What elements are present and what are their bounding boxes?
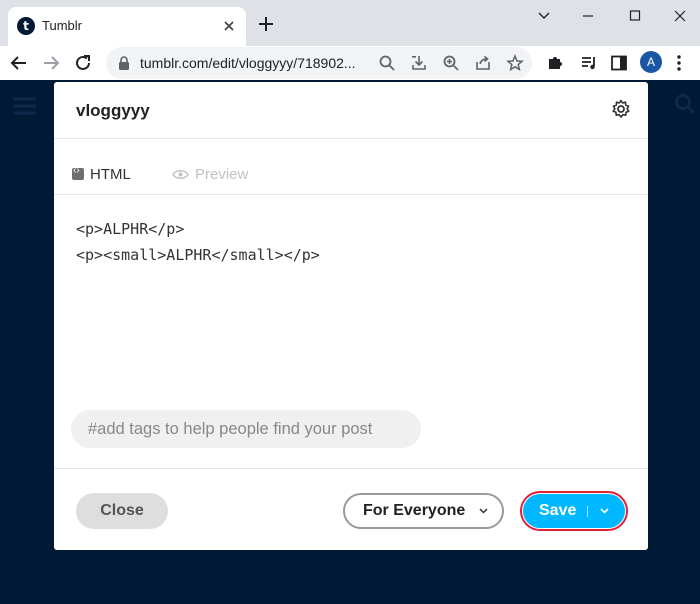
url-text[interactable]: tumblr.com/edit/vloggyyy/718902... — [140, 55, 356, 71]
minimize-window-icon[interactable] — [568, 6, 608, 26]
new-tab-plus-icon[interactable] — [256, 14, 276, 34]
hamburger-menu-icon[interactable] — [13, 96, 37, 116]
media-queue-icon[interactable] — [580, 54, 598, 72]
audience-dropdown-button[interactable]: For Everyone — [343, 493, 504, 529]
back-arrow-icon[interactable] — [8, 52, 30, 74]
audience-label: For Everyone — [363, 502, 466, 519]
browser-toolbar: tumblr.com/edit/vloggyyy/718902... A — [0, 46, 700, 80]
code-line[interactable]: <p>ALPHR</p> — [76, 216, 320, 242]
tab-html-label: HTML — [90, 166, 131, 183]
share-icon[interactable] — [474, 54, 492, 72]
tab-preview-label: Preview — [195, 166, 249, 183]
search-icon[interactable] — [378, 54, 396, 72]
code-line[interactable]: <p><small>ALPHR</small></p> — [76, 242, 320, 268]
tags-input[interactable] — [71, 410, 421, 448]
modal-footer: Close For Everyone Save — [54, 468, 648, 550]
settings-gear-icon[interactable] — [611, 99, 631, 119]
browser-titlebar: t Tumblr — [0, 0, 700, 46]
close-button[interactable]: Close — [76, 493, 168, 529]
save-button-highlight: Save — [520, 491, 628, 531]
close-window-icon[interactable] — [660, 6, 700, 26]
save-label: Save — [539, 502, 577, 519]
bookmark-star-icon[interactable] — [506, 54, 524, 72]
maximize-window-icon[interactable] — [615, 6, 655, 26]
lock-icon[interactable] — [118, 56, 130, 70]
tab-preview[interactable]: Preview — [172, 166, 248, 183]
editor-mode-tabs: HTML Preview — [54, 140, 648, 195]
install-download-icon[interactable] — [410, 54, 428, 72]
eye-icon — [172, 170, 189, 179]
html-code-editor[interactable]: <p>ALPHR</p> <p><small>ALPHR</small></p> — [76, 216, 320, 268]
tab-title: Tumblr — [42, 18, 82, 33]
chevron-down-icon — [479, 508, 488, 514]
extensions-puzzle-icon[interactable] — [546, 54, 564, 72]
forward-arrow-icon[interactable] — [40, 52, 62, 74]
zoom-in-icon[interactable] — [442, 54, 460, 72]
blog-name[interactable]: vloggyyy — [76, 101, 150, 121]
tab-html[interactable]: HTML — [72, 165, 131, 183]
tumblr-favicon-icon: t — [17, 17, 35, 35]
code-icon — [72, 165, 84, 180]
address-bar[interactable]: tumblr.com/edit/vloggyyy/718902... — [106, 47, 532, 79]
side-panel-icon[interactable] — [610, 54, 628, 72]
browser-menu-dots-icon[interactable] — [672, 54, 686, 72]
browser-tab-tumblr[interactable]: t Tumblr — [8, 7, 246, 46]
modal-header: vloggyyy — [54, 82, 648, 139]
save-button[interactable]: Save — [523, 494, 625, 528]
save-options-chevron-down-icon[interactable] — [600, 508, 609, 514]
save-split-divider — [587, 506, 588, 517]
reload-icon[interactable] — [72, 52, 94, 74]
close-tab-icon[interactable] — [222, 19, 236, 33]
tab-search-chevron-icon[interactable] — [524, 6, 564, 26]
profile-avatar[interactable]: A — [640, 51, 662, 73]
edit-post-modal: vloggyyy HTML Preview <p>ALPHR</p> <p><s… — [54, 82, 648, 550]
page-search-icon[interactable] — [674, 93, 696, 115]
